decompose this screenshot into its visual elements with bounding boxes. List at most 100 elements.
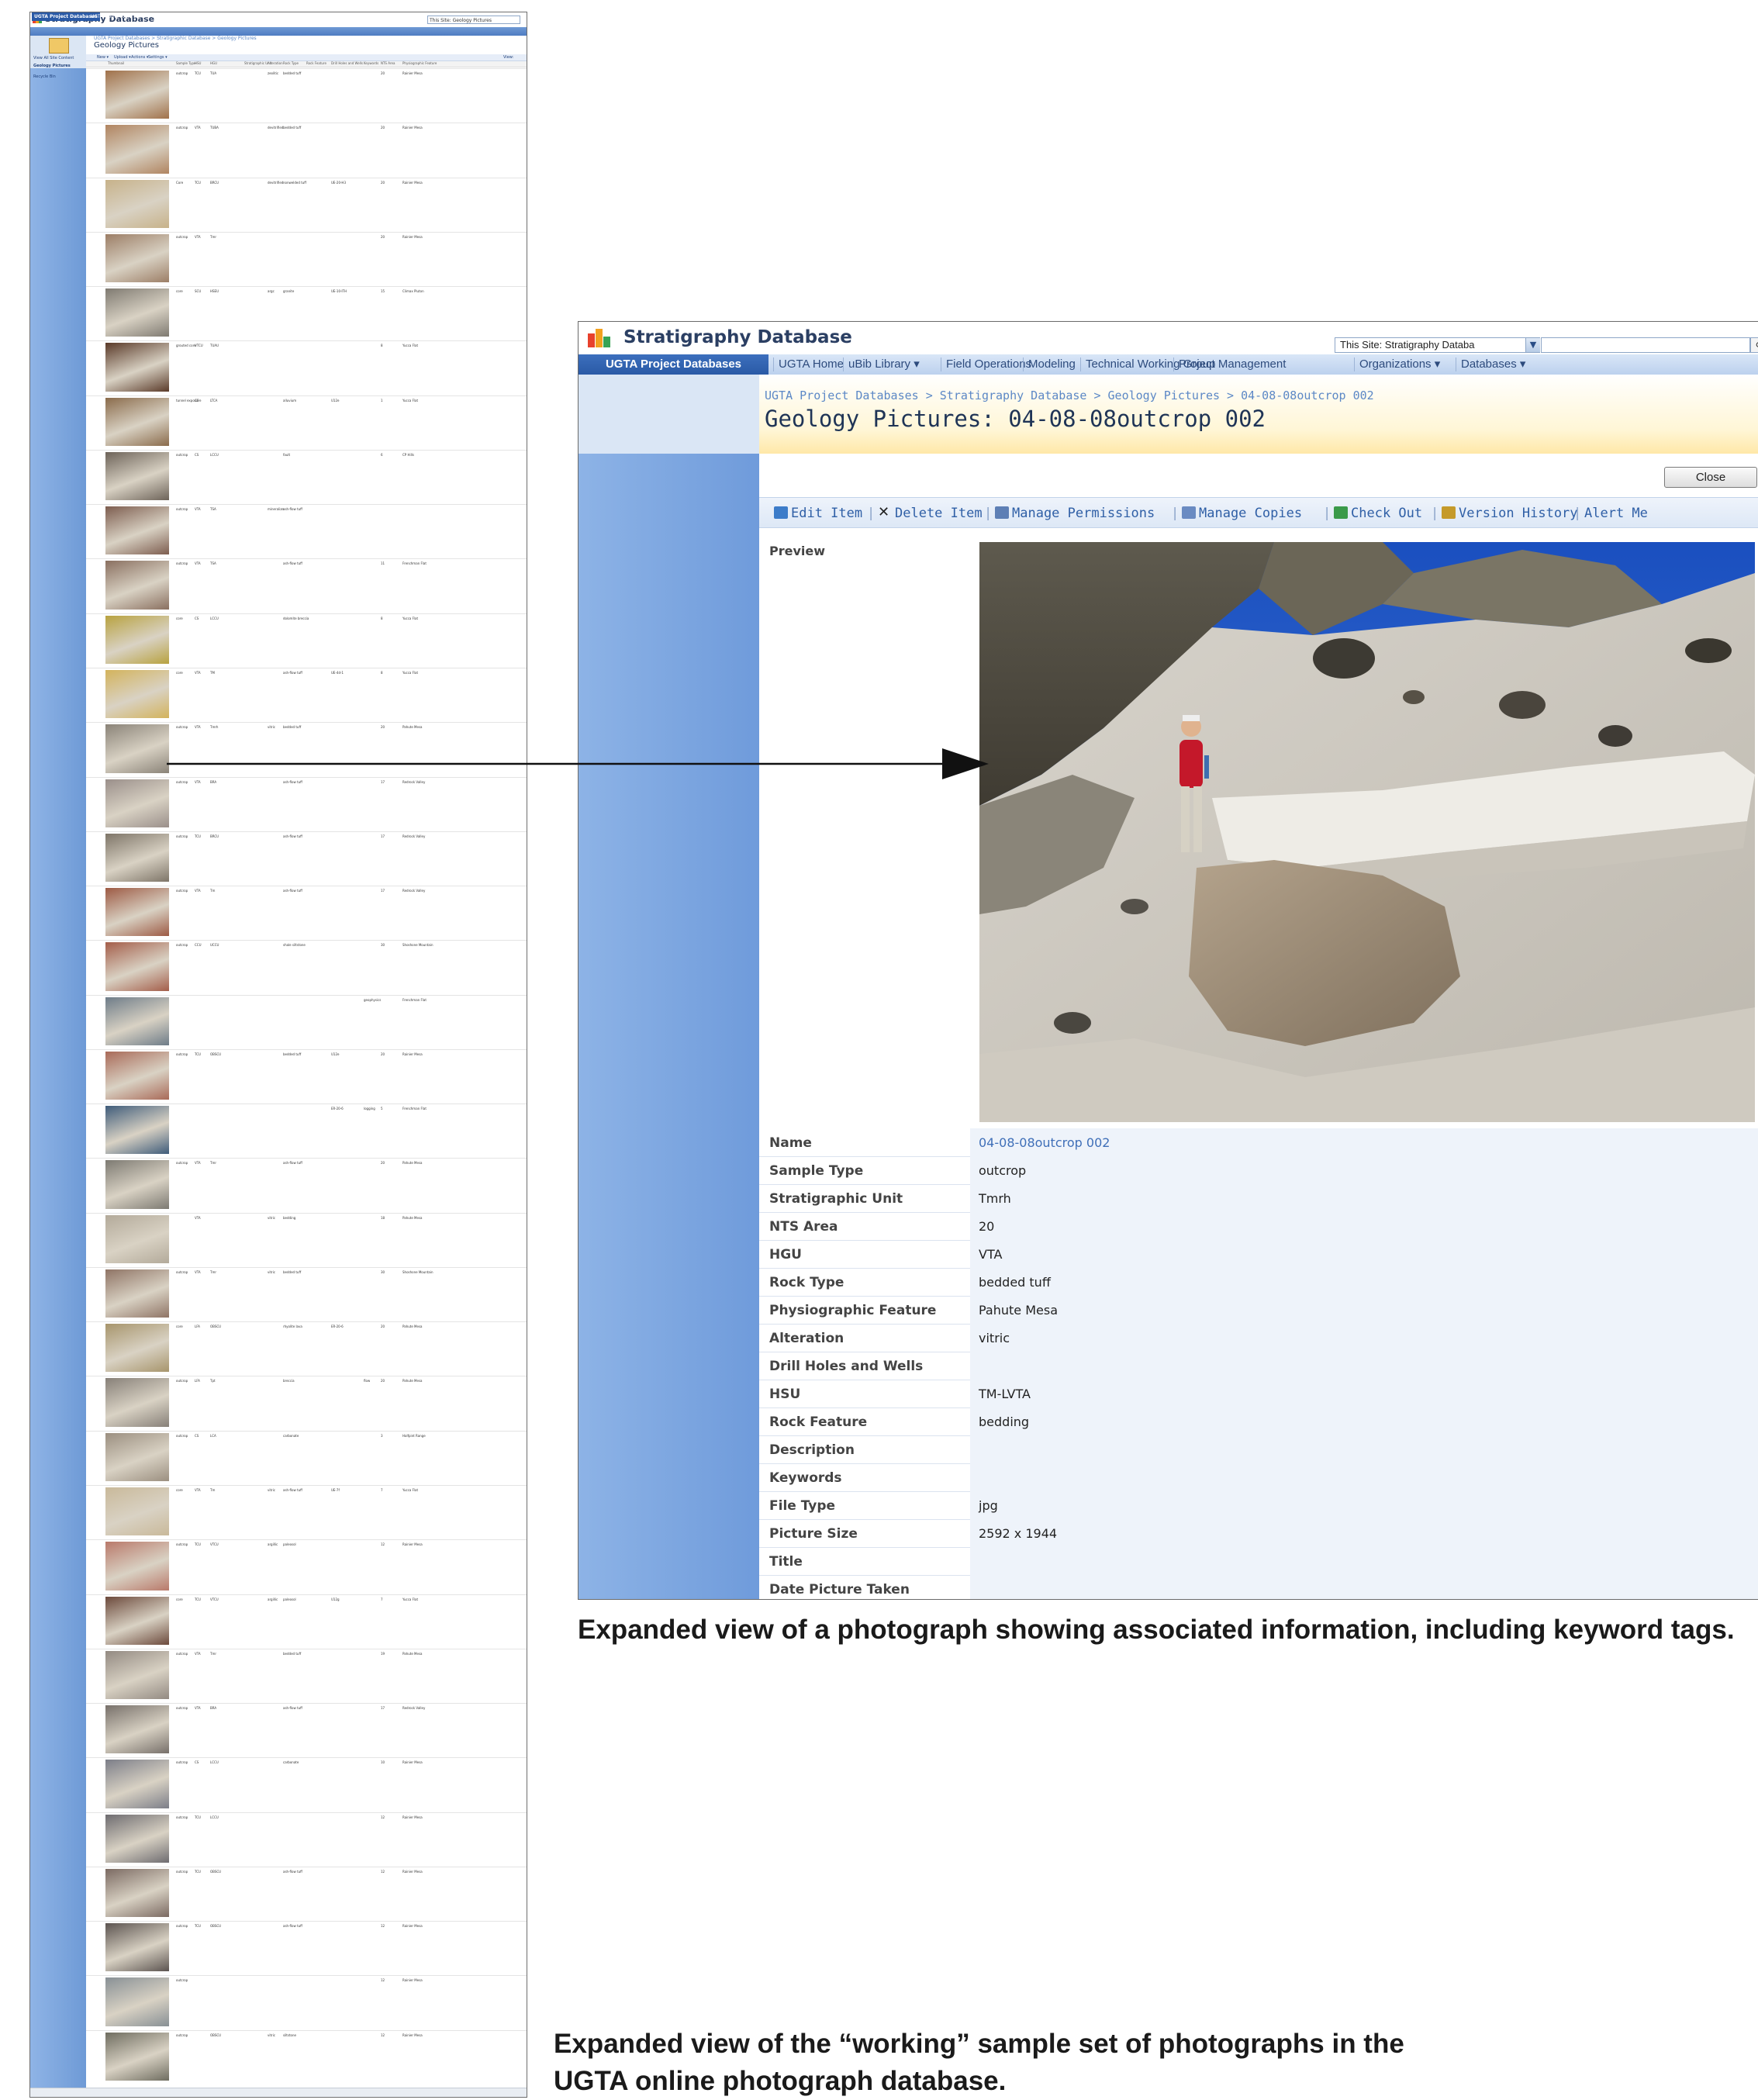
list-breadcrumb[interactable]: UGTA Project Databases > Stratigraphic D… [94,36,257,41]
list-toolbar-item[interactable]: New ▾ [97,55,109,60]
list-cell-hgu: BRA [210,1706,217,1711]
photo-thumbnail[interactable] [105,1487,169,1536]
detail-caption: Expanded view of a photograph showing as… [578,1615,1735,1645]
photo-thumbnail[interactable] [105,1868,169,1918]
photo-thumbnail[interactable] [105,1760,169,1808]
field-label: Rock Feature [769,1414,868,1430]
version-history-icon[interactable] [1442,506,1456,519]
photo-thumbnail[interactable] [105,1432,169,1482]
field-value: bedding [979,1414,1030,1429]
list-nav-item[interactable]: Modeling [185,12,206,21]
photo-thumbnail[interactable] [105,343,169,392]
photo-thumbnail[interactable] [105,1705,169,1754]
copies-icon[interactable] [1182,506,1196,519]
photo-thumbnail[interactable] [105,669,169,719]
photo-thumbnail[interactable] [105,71,169,119]
toolbar-manage-permissions[interactable]: Manage Permissions [1012,506,1155,521]
tab-field-operations[interactable]: Field Operations [946,354,1031,375]
list-cell-hsu: VTA [195,1215,201,1220]
field-row: Rock Type bedded tuff [759,1268,1758,1297]
photo-thumbnail[interactable] [105,996,169,1045]
list-toolbar-item[interactable]: Actions ▾ [131,55,148,60]
photo-thumbnail[interactable] [105,288,169,337]
horizontal-scrollbar[interactable] [30,2088,527,2097]
photo-thumbnail[interactable] [105,833,169,882]
toolbar-check-out[interactable]: Check Out [1351,506,1422,521]
photo-thumbnail[interactable] [105,179,169,228]
photo-thumbnail[interactable] [105,451,169,501]
tab-modeling[interactable]: Modeling [1028,354,1076,375]
list-cell-hgu: OBSCU [210,1869,222,1874]
field-row: Date Picture Taken [759,1575,1758,1599]
toolbar-manage-copies[interactable]: Manage Copies [1199,506,1302,521]
photo-thumbnail[interactable] [105,1269,169,1318]
toolbar-version-history[interactable]: Version History [1459,506,1578,521]
list-nav-item[interactable]: Organizations ▾ [302,12,337,21]
photo-thumbnail[interactable] [105,1650,169,1700]
photo-thumbnail[interactable] [105,561,169,610]
toolbar-edit-item[interactable]: Edit Item [791,506,862,521]
search-input[interactable] [1541,337,1750,353]
photo-thumbnail[interactable] [105,1324,169,1373]
toolbar-alert-me[interactable]: Alert Me [1584,506,1648,521]
check-out-icon[interactable] [1334,506,1348,519]
photo-thumbnail[interactable] [105,779,169,827]
chevron-down-icon[interactable]: ▼ [1525,338,1540,352]
list-cell-hgu: TUAU [210,344,219,348]
photo-thumbnail[interactable] [105,1977,169,2026]
search-scope-dropdown[interactable]: This Site: Stratigraphy Databa [1335,337,1540,353]
photo-thumbnail[interactable] [105,1923,169,1972]
list-cell-type: outcrop [176,1052,188,1056]
sidebar-item-recycle-bin[interactable]: Recycle Bin [33,74,56,79]
toolbar-delete-item[interactable]: Delete Item [895,506,983,521]
tab-databases[interactable]: Databases ▾ [1461,354,1525,375]
tab-organizations[interactable]: Organizations ▾ [1359,354,1440,375]
list-nav-item[interactable]: UGTA Project Databases [32,12,100,21]
photo-thumbnail[interactable] [105,125,169,174]
photo-thumbnail[interactable] [105,942,169,991]
list-nav-item[interactable]: uBib Library ▾ [122,12,154,21]
photo-thumbnail[interactable] [105,1106,169,1155]
photo-thumbnail[interactable] [105,615,169,664]
tab-ugta-project-databases[interactable]: UGTA Project Databases [579,354,768,375]
photo-thumbnail[interactable] [105,888,169,937]
photo-thumbnail[interactable] [105,397,169,446]
field-value: jpg [979,1498,998,1513]
list-nav-item[interactable]: Databases ▾ [344,12,372,21]
list-nav-item[interactable]: Project Management [260,12,308,21]
photo-thumbnail[interactable] [105,1051,169,1100]
sidebar-item-geology-pictures[interactable]: Geology Pictures [33,64,71,68]
photo-thumbnail[interactable] [105,1542,169,1591]
photo-thumbnail[interactable] [105,1378,169,1427]
photo-thumbnail[interactable] [105,1814,169,1863]
list-search-scope[interactable]: This Site: Geology Pictures [427,16,520,24]
search-icon[interactable]: ⚲ [1750,337,1758,353]
list-nav-item[interactable]: UGTA Home [91,12,119,21]
list-cell-hgu: VTCU [210,1597,219,1601]
photo-thumbnail[interactable] [105,1596,169,1645]
close-button[interactable]: Close [1664,467,1757,488]
permissions-icon[interactable] [995,506,1009,519]
list-toolbar-item[interactable]: Settings ▾ [148,55,168,60]
list-toolbar-item[interactable]: Upload ▾ [114,55,131,60]
photo-thumbnail[interactable] [105,724,169,773]
edit-icon[interactable] [774,506,788,519]
photo-thumbnail[interactable] [105,1214,169,1263]
list-cell-area: 15 [381,289,385,294]
tab-project-management[interactable]: Project Management [1179,354,1286,375]
tab-ubib-library[interactable]: uBib Library ▾ [848,354,920,375]
list-cell-rock: bedded tuff [283,126,302,130]
delete-icon[interactable]: ✕ [878,506,892,520]
photo-thumbnail[interactable] [105,506,169,555]
list-cell-hsu: TCU [195,180,201,185]
photo-thumbnail[interactable] [105,1160,169,1209]
photo-thumbnail[interactable] [105,233,169,283]
field-value-link[interactable]: 04-08-08outcrop 002 [979,1135,1110,1150]
breadcrumb[interactable]: UGTA Project Databases > Stratigraphy Da… [765,389,1374,402]
field-label: Description [769,1442,855,1458]
field-value-cell [970,1407,1758,1435]
list-cell-area: 20 [381,126,385,130]
tab-ugta-home[interactable]: UGTA Home [779,354,844,375]
sidebar-item-view-all[interactable]: View All Site Content [33,56,74,60]
photo-thumbnail[interactable] [105,2032,169,2081]
